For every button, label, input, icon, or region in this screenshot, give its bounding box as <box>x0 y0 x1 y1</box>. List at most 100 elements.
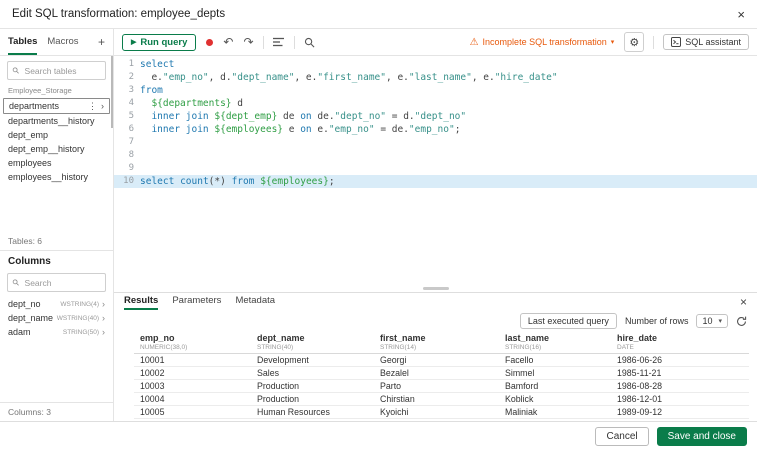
tables-search-input[interactable] <box>22 64 101 77</box>
save-and-close-button[interactable]: Save and close <box>656 427 747 446</box>
redo-icon[interactable]: ↷ <box>243 36 253 48</box>
rows-count-select[interactable]: 10 ▾ <box>696 314 728 328</box>
sidebar-table-item[interactable]: dept_emp <box>0 128 113 142</box>
code-lines: 1 select 2 e."emp_no", d."dept_name", e."f… <box>114 58 757 188</box>
sidebar-table-item[interactable]: dept_emp__history <box>0 142 113 156</box>
code-line[interactable]: 5 inner join ${dept_emp} de on de."dept_… <box>114 110 757 123</box>
divider <box>293 35 295 49</box>
dialog-header: Edit SQL transformation: employee_depts … <box>0 0 757 29</box>
line-number: 7 <box>128 137 134 147</box>
tab-macros[interactable]: Macros <box>47 29 78 55</box>
incomplete-warning[interactable]: ⚠ Incomplete SQL transformation ▾ <box>470 37 615 48</box>
sidebar-column-item[interactable]: adam STRING(50) › <box>0 325 113 339</box>
results-tab-results[interactable]: Results <box>124 293 159 310</box>
table-name: departments__history <box>8 116 95 126</box>
tables-count: Tables: 6 <box>0 232 113 251</box>
sidebar-column-item[interactable]: dept_no WSTRING(4) › <box>0 297 113 311</box>
number-of-rows-label: Number of rows <box>624 316 689 326</box>
results-column-header: dept_name STRING(40) <box>257 333 305 351</box>
column-name: dept_no <box>8 299 41 309</box>
tab-tables[interactable]: Tables <box>8 29 38 55</box>
code-line[interactable]: 7 <box>114 136 757 149</box>
last-executed-query-button[interactable]: Last executed query <box>519 313 617 329</box>
sql-editor[interactable]: 1 select 2 e."emp_no", d."dept_name", e."f… <box>114 56 757 292</box>
cancel-button[interactable]: Cancel <box>595 427 649 446</box>
code-line[interactable]: 9 <box>114 162 757 175</box>
sidebar: Tables Macros + Employee_Storage departm… <box>0 29 114 421</box>
table-row[interactable]: 10004 Production Chirstian Koblick 1986-12-0… <box>134 393 749 406</box>
settings-button[interactable]: ⚙ <box>624 32 645 52</box>
column-type: STRING(50) <box>62 328 99 336</box>
warning-label: Incomplete SQL transformation <box>482 37 607 47</box>
warning-icon: ⚠ <box>469 36 479 48</box>
code-line[interactable]: 1 select <box>114 58 757 71</box>
panel-resize-handle[interactable] <box>422 287 449 290</box>
table-row[interactable]: 10005 Human Resources Kyoichi Maliniak 1989-… <box>134 406 749 419</box>
sidebar-column-item[interactable]: dept_name WSTRING(40) › <box>0 311 113 325</box>
search-icon <box>12 67 19 74</box>
storage-group-label: Employee_Storage <box>8 86 72 95</box>
results-tabs: Results Parameters Metadata <box>124 293 275 310</box>
column-name: adam <box>8 327 31 337</box>
sql-assistant-button[interactable]: SQL assistant <box>663 34 749 50</box>
table-name: dept_emp <box>8 130 49 140</box>
columns-search-input[interactable] <box>22 276 101 289</box>
code-line[interactable]: 8 <box>114 149 757 162</box>
columns-search <box>7 273 106 292</box>
divider <box>653 35 655 49</box>
tables-list: departments ⋮ › departments__history dept_em… <box>0 98 113 184</box>
chevron-right-icon: › <box>102 327 105 337</box>
results-tab-parameters[interactable]: Parameters <box>172 293 221 310</box>
results-table-body: 10001 Development Georgi Facello 1986-06-26 1… <box>134 354 749 421</box>
dialog-footer: Cancel Save and close <box>0 421 757 451</box>
close-icon[interactable]: × <box>740 295 747 309</box>
sidebar-table-item[interactable]: employees__history <box>0 170 113 184</box>
line-number: 2 <box>128 72 134 82</box>
chevron-right-icon: › <box>102 299 105 309</box>
add-tab-icon[interactable]: + <box>98 29 105 55</box>
results-tab-metadata[interactable]: Metadata <box>235 293 275 310</box>
code-line[interactable]: 6 inner join ${employees} e on e."emp_no… <box>114 123 757 136</box>
table-row[interactable]: 10001 Development Georgi Facello 1986-06-26 <box>134 354 749 367</box>
page-title: Edit SQL transformation: employee_depts <box>12 8 226 20</box>
code-line[interactable]: 3 from <box>114 84 757 97</box>
chevron-right-icon[interactable]: › <box>101 101 104 112</box>
search-icon <box>12 279 19 286</box>
line-number: 5 <box>128 111 134 121</box>
sidebar-table-item[interactable]: departments__history <box>0 114 113 128</box>
column-type: WSTRING(4) <box>60 300 99 308</box>
live-indicator-dot <box>206 38 214 46</box>
undo-icon[interactable]: ↶ <box>223 36 233 48</box>
code-line[interactable]: 4 ${departments} d <box>114 97 757 110</box>
line-number: 6 <box>128 124 134 134</box>
sidebar-table-item[interactable]: employees <box>0 156 113 170</box>
line-number: 8 <box>128 150 134 160</box>
chevron-right-icon: › <box>102 313 105 323</box>
search-icon[interactable] <box>304 37 315 48</box>
chevron-down-icon: ▾ <box>610 39 615 46</box>
format-code-icon[interactable] <box>272 37 285 47</box>
results-table: emp_no NUMERIC(38,0) dept_name STRING(40) fi… <box>134 332 749 421</box>
code-line[interactable]: 10 select count(*) from ${employees}; <box>114 175 757 188</box>
chevron-down-icon: ▾ <box>718 318 722 325</box>
main-area: Tables Macros + Employee_Storage departm… <box>0 29 757 421</box>
line-number: 1 <box>128 59 134 69</box>
results-table-header: emp_no NUMERIC(38,0) dept_name STRING(40) fi… <box>134 332 749 354</box>
sql-transformation-dialog: Edit SQL transformation: employee_depts … <box>0 0 757 451</box>
kebab-menu-icon[interactable]: ⋮ <box>88 101 97 112</box>
table-row[interactable]: 10003 Production Parto Bamford 1986-08-28 <box>134 380 749 393</box>
run-query-button[interactable]: ▶ Run query <box>122 33 197 51</box>
line-number: 3 <box>128 85 134 95</box>
table-name: departments <box>9 101 60 111</box>
sidebar-scrollbar[interactable] <box>111 56 113 128</box>
refresh-icon[interactable] <box>736 316 747 327</box>
table-row[interactable]: 10002 Sales Bezalel Simmel 1985-11-21 <box>134 367 749 380</box>
code-line[interactable]: 2 e."emp_no", d."dept_name", e."first_na… <box>114 71 757 84</box>
table-name: dept_emp__history <box>8 144 85 154</box>
close-icon[interactable]: × <box>737 7 745 22</box>
columns-list: dept_no WSTRING(4) › dept_name WSTRING(40) › a… <box>0 297 113 339</box>
columns-section-title: Columns <box>8 256 51 267</box>
results-controls: Last executed query Number of rows 10 ▾ <box>114 310 757 332</box>
sidebar-table-item[interactable]: departments ⋮ › <box>3 98 110 114</box>
